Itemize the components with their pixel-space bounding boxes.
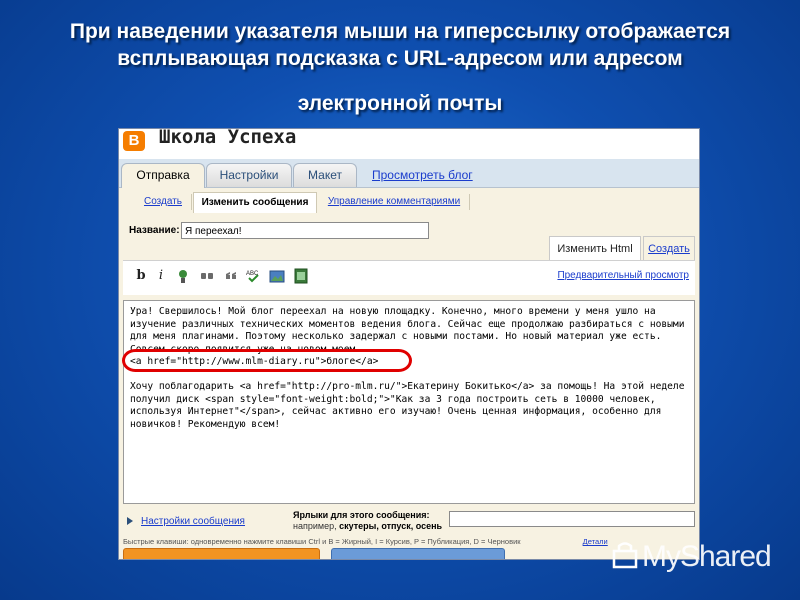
- expand-arrow-icon[interactable]: [127, 517, 133, 525]
- sub-tabs: Создать Изменить сообщения Управление ко…: [119, 188, 699, 214]
- labels-label: Ярлыки для этого сообщения:: [293, 510, 430, 520]
- blogger-screenshot: B Школа Успеха Отправка Настройки Макет …: [118, 128, 700, 560]
- italic-icon[interactable]: i: [153, 268, 169, 284]
- tab-divider: [469, 194, 470, 210]
- view-blog-link[interactable]: Просмотреть блог: [372, 168, 473, 182]
- tab-manage-comments[interactable]: Управление комментариями: [321, 192, 467, 212]
- text-color-icon[interactable]: [175, 268, 191, 284]
- save-now-button[interactable]: [331, 548, 505, 559]
- quote-icon[interactable]: [223, 268, 239, 284]
- editor-paragraph: Хочу поблагодарить <a href="http://pro-m…: [130, 380, 691, 430]
- slide-title-line-3: электронной почты: [297, 92, 503, 115]
- tab-compose[interactable]: Создать: [643, 236, 695, 261]
- bold-icon[interactable]: b: [133, 268, 149, 284]
- spellcheck-icon[interactable]: ABC: [245, 268, 261, 284]
- blog-header: B Школа Успеха: [119, 129, 699, 161]
- tab-create[interactable]: Создать: [139, 192, 187, 212]
- labels-hint: например, скутеры, отпуск, осень: [293, 521, 443, 531]
- tab-layout[interactable]: Макет: [293, 163, 357, 187]
- slide-title-line-2: всплывающая подсказка с URL-адресом или …: [117, 47, 683, 70]
- html-editor-textarea[interactable]: Ура! Свершилось! Мой блог переехал на но…: [122, 300, 695, 504]
- tab-divider: [191, 194, 192, 210]
- publish-button[interactable]: [123, 548, 320, 559]
- details-link[interactable]: Детали: [583, 537, 608, 546]
- post-settings-link[interactable]: Настройки сообщения: [141, 516, 245, 527]
- preview-link[interactable]: Предварительный просмотр: [557, 270, 689, 281]
- post-editor-form: Название: Я переехал! Изменить Html Созд…: [119, 214, 699, 559]
- main-tabs: Отправка Настройки Макет Просмотреть бло…: [119, 159, 699, 188]
- blogger-icon[interactable]: B: [123, 131, 145, 151]
- myshared-logo-icon: [612, 541, 638, 571]
- labels-input[interactable]: [449, 511, 695, 527]
- post-title-label: Название:: [129, 225, 180, 236]
- blog-name: Школа Успеха: [159, 128, 297, 148]
- formatting-toolbar: b i ABC Предварительный просмотр: [123, 260, 695, 295]
- slide-title: При наведении указателя мыши на гиперссы…: [20, 18, 780, 117]
- shortcuts-hint: Быстрые клавиши: одновременно нажмите кл…: [123, 537, 608, 546]
- highlight-ellipse: [122, 349, 412, 372]
- myshared-watermark: MyShared: [642, 540, 772, 573]
- slide-title-line-1: При наведении указателя мыши на гиперссы…: [69, 20, 731, 43]
- post-options-panel: Настройки сообщения Ярлыки для этого соо…: [123, 508, 695, 534]
- tab-edit-html[interactable]: Изменить Html: [549, 236, 641, 261]
- post-title-input[interactable]: Я переехал!: [181, 222, 429, 239]
- tab-settings[interactable]: Настройки: [206, 163, 292, 187]
- tab-edit-posts[interactable]: Изменить сообщения: [193, 192, 317, 213]
- video-icon[interactable]: [293, 268, 309, 284]
- link-icon[interactable]: [199, 268, 215, 284]
- image-icon[interactable]: [269, 268, 285, 284]
- tab-posting[interactable]: Отправка: [121, 163, 205, 188]
